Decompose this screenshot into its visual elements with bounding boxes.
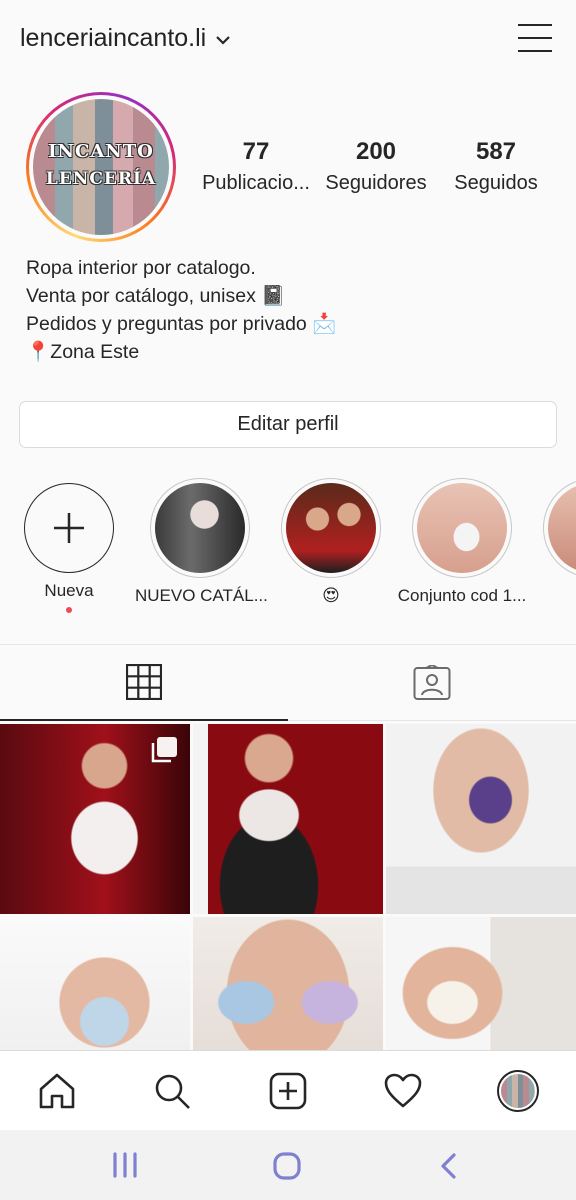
post-thumbnail[interactable] [0, 724, 190, 914]
story-highlights: Nueva NUEVO CATÁL... 😍 Conjunto cod 1...… [0, 478, 576, 618]
top-bar: lenceriaincanto.li [0, 0, 576, 82]
username-label: lenceriaincanto.li [20, 24, 207, 52]
profile-bio: Ropa interior por catalogo. Venta por ca… [26, 254, 336, 366]
post-thumbnail[interactable] [386, 917, 576, 1050]
highlight-new[interactable]: Nueva [4, 478, 134, 613]
highlight-image [286, 483, 376, 573]
posts-grid [0, 724, 576, 1050]
account-switcher[interactable]: lenceriaincanto.li [20, 24, 230, 53]
menu-icon[interactable] [518, 24, 552, 54]
highlight-label: Ca [528, 586, 576, 606]
home-circle-icon [273, 1152, 301, 1180]
home-icon [39, 1073, 75, 1109]
stat-following[interactable]: 587 Seguidos [436, 138, 556, 195]
post-thumbnail[interactable] [0, 917, 190, 1050]
heart-icon [384, 1073, 422, 1108]
avatar-image: INCANTO LENCERÍA [33, 99, 169, 235]
stat-followers[interactable]: 200 Seguidores [316, 138, 436, 195]
bottom-navigation [0, 1050, 576, 1130]
avatar-logo-line1: INCANTO [48, 141, 154, 162]
back-icon [441, 1153, 456, 1179]
multiple-photos-icon [151, 737, 177, 763]
highlight-image [417, 483, 507, 573]
recents-button[interactable] [110, 1152, 140, 1183]
post-thumbnail[interactable] [193, 724, 383, 914]
highlight-item[interactable]: Conjunto cod 1... [397, 478, 527, 606]
stat-posts-count: 77 [242, 138, 270, 165]
highlight-item[interactable]: Ca [528, 478, 576, 606]
highlight-item[interactable]: NUEVO CATÁL... [135, 478, 268, 606]
tab-grid[interactable] [0, 645, 288, 721]
stat-posts-label: Publicacio... [202, 172, 310, 194]
stat-followers-count: 200 [355, 138, 397, 165]
profile-stats: 77 Publicacio... 200 Seguidores 587 Segu… [196, 138, 556, 195]
avatar-logo-line2: LENCERÍA [45, 169, 157, 189]
search-icon [155, 1074, 190, 1109]
stat-following-count: 587 [475, 138, 517, 165]
tab-tagged[interactable] [288, 645, 576, 721]
bio-line: Ropa interior por catalogo. [26, 257, 256, 279]
tagged-icon [413, 664, 451, 700]
bio-line: 📍Zona Este [26, 341, 140, 363]
back-button[interactable] [436, 1152, 460, 1185]
nav-home[interactable] [35, 1069, 79, 1113]
highlight-image [548, 483, 576, 573]
add-post-icon [269, 1072, 307, 1110]
nav-activity[interactable] [381, 1069, 425, 1113]
stat-followers-label: Seguidores [325, 172, 427, 194]
notification-dot [66, 607, 72, 613]
post-thumbnail[interactable] [386, 724, 576, 914]
system-navigation-bar [0, 1130, 576, 1200]
highlight-item[interactable]: 😍 [266, 478, 396, 606]
stat-following-label: Seguidos [454, 172, 538, 194]
bio-line: Venta por catálogo, unisex 📓 [26, 285, 286, 307]
plus-icon [24, 483, 114, 573]
highlight-label: Conjunto cod 1... [397, 586, 527, 605]
nav-search[interactable] [150, 1069, 194, 1113]
nav-profile[interactable] [496, 1069, 540, 1113]
highlight-label: Nueva [44, 581, 94, 600]
chevron-down-icon [216, 35, 230, 45]
bio-line: Pedidos y preguntas por privado 📩 [26, 313, 337, 335]
recents-icon [113, 1152, 137, 1178]
highlight-label: NUEVO CATÁL... [135, 586, 268, 605]
stat-posts[interactable]: 77 Publicacio... [196, 138, 316, 195]
highlight-label: 😍 [322, 586, 340, 605]
edit-profile-button[interactable]: Editar perfil [19, 401, 557, 448]
post-thumbnail[interactable] [193, 917, 383, 1050]
nav-add-post[interactable] [266, 1069, 310, 1113]
profile-avatar [497, 1070, 539, 1112]
grid-icon [126, 664, 162, 700]
highlight-image [155, 483, 245, 573]
system-home-button[interactable] [272, 1152, 302, 1185]
profile-avatar[interactable]: INCANTO LENCERÍA [26, 92, 176, 242]
